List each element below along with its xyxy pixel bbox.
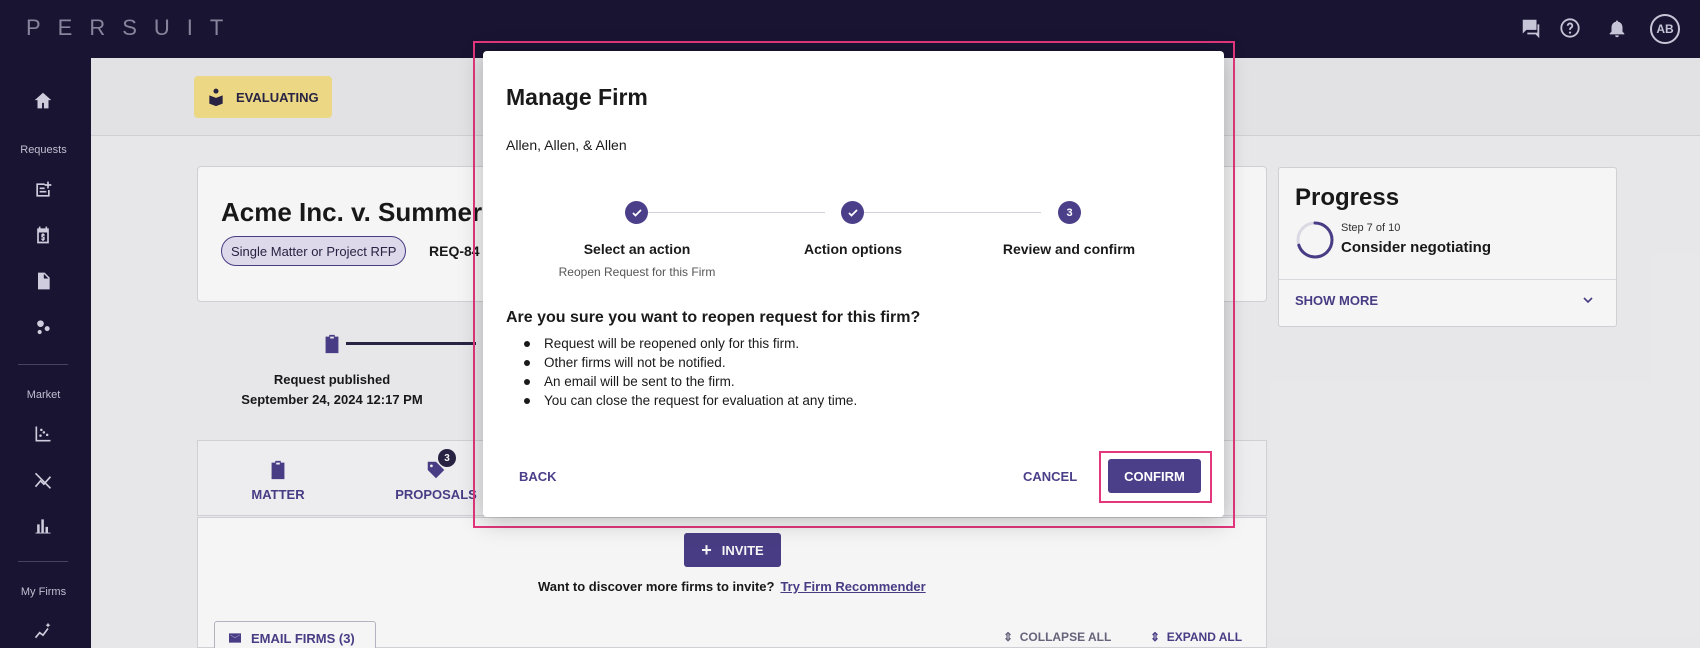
step-2-check-icon [841, 201, 864, 224]
cancel-button[interactable]: CANCEL [1023, 469, 1077, 484]
stepper-connector [637, 212, 825, 213]
dialog-firm-name: Allen, Allen, & Allen [506, 137, 627, 153]
confirmation-question: Are you sure you want to reopen request … [506, 309, 921, 326]
step-2-label: Action options [804, 241, 902, 257]
step-3-number: 3 [1058, 201, 1081, 224]
consequence-list: Request will be reopened only for this f… [506, 334, 857, 410]
back-button[interactable]: BACK [519, 469, 557, 484]
step-1-check-icon [625, 201, 648, 224]
dialog-title: Manage Firm [506, 84, 648, 110]
list-item: You can close the request for evaluation… [506, 391, 857, 410]
stepper-connector [853, 212, 1041, 213]
list-item: An email will be sent to the firm. [506, 372, 857, 391]
confirm-button[interactable]: CONFIRM [1108, 459, 1201, 493]
step-1-label: Select an action [583, 241, 691, 257]
manage-firm-dialog: Manage Firm Allen, Allen, & Allen 3 Sele… [483, 51, 1224, 517]
step-1-sublabel: Reopen Request for this Firm [558, 265, 716, 279]
list-item: Request will be reopened only for this f… [506, 334, 857, 353]
list-item: Other firms will not be notified. [506, 353, 857, 372]
step-3-label: Review and confirm [1002, 241, 1136, 257]
